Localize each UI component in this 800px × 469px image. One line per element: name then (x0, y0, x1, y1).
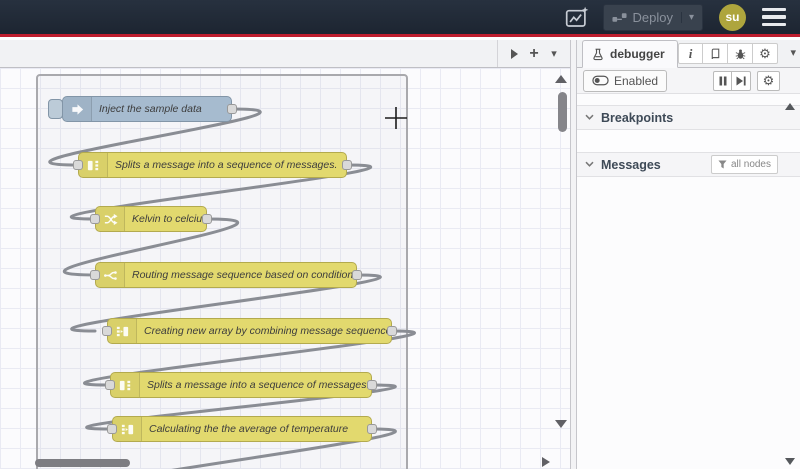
node-input-port[interactable] (73, 160, 83, 170)
flow-node-n7[interactable]: Calculating the the average of temperatu… (107, 416, 377, 442)
tab-debugger-label: debugger (610, 47, 665, 61)
pause-button[interactable] (713, 70, 732, 91)
sidebar-scroll-down-icon[interactable] (785, 458, 795, 465)
flow-node-n6[interactable]: Splits a message into a sequence of mess… (105, 372, 377, 398)
app-header: Deploy ▾ su (0, 0, 800, 37)
node-output-port[interactable] (342, 160, 352, 170)
config-tab-button[interactable]: ⚙ (753, 43, 778, 64)
deploy-label: Deploy (632, 9, 673, 25)
funnel-icon (718, 160, 727, 169)
node-label: Creating new array by combining message … (144, 325, 391, 337)
enabled-label: Enabled (614, 73, 659, 88)
workspace-tabbar: + ▾ (0, 40, 570, 68)
debugger-panel: Breakpoints Messages all nodes (577, 94, 800, 469)
join-icon (113, 417, 142, 441)
inject-trigger-button[interactable] (48, 99, 63, 119)
join-icon (108, 319, 137, 343)
flow-node-n5[interactable]: Creating new array by combining message … (102, 318, 397, 344)
node-input-port[interactable] (102, 326, 112, 336)
inject-arrow-icon (63, 97, 92, 121)
tab-scroll-right-icon[interactable] (504, 44, 524, 64)
node-label: Splits a message into a sequence of mess… (115, 159, 338, 171)
canvas-scroll-right-icon[interactable] (542, 457, 550, 467)
node-output-port[interactable] (202, 214, 212, 224)
flask-icon (593, 48, 603, 60)
sidebar: debugger i ⚙ ▾ Enabled ⚙ Breakpoints Mes… (577, 40, 800, 469)
node-output-port[interactable] (367, 380, 377, 390)
split-icon (111, 373, 140, 397)
chevron-down-icon (585, 114, 594, 120)
filter-label: all nodes (730, 159, 771, 170)
split-icon (79, 153, 108, 177)
switch-icon (96, 263, 125, 287)
deploy-caret-icon[interactable]: ▾ (680, 11, 694, 23)
message-filter-button[interactable]: all nodes (710, 155, 778, 174)
step-button[interactable] (732, 70, 751, 91)
crosshair-cursor (385, 107, 407, 129)
workspace-tab-tools: + ▾ (497, 40, 570, 67)
debugger-settings-button[interactable]: ⚙ (757, 70, 780, 91)
node-label: Routing message sequence based on condit… (132, 269, 354, 281)
sidebar-splitter[interactable] (570, 40, 577, 469)
node-output-port[interactable] (352, 270, 362, 280)
main-area: + ▾ Inject the sample data Splits a messa… (0, 40, 800, 469)
debugger-toolbar: Enabled ⚙ (577, 68, 800, 94)
canvas-vscrollbar[interactable] (558, 92, 567, 132)
tab-debugger[interactable]: debugger (582, 40, 678, 68)
node-label: Calculating the the average of temperatu… (149, 423, 349, 435)
info-icon: i (688, 45, 693, 61)
flow-node-n2[interactable]: Splits a message into a sequence of mess… (73, 152, 352, 178)
help-tab-button[interactable] (703, 43, 728, 64)
step-icon (736, 76, 746, 85)
node-label: Kelvin to celcius (132, 213, 206, 225)
flow-node-n1[interactable]: Inject the sample data (62, 96, 237, 122)
node-input-port[interactable] (107, 424, 117, 434)
book-icon (711, 48, 719, 59)
flow-node-n3[interactable]: Kelvin to celcius (90, 206, 212, 232)
canvas-scroll-up-icon[interactable] (555, 75, 567, 83)
change-icon (96, 207, 125, 231)
bug-icon (735, 48, 745, 59)
node-red-app: Deploy ▾ su + ▾ Inject the sample data Sp… (0, 0, 800, 469)
main-menu-icon[interactable] (762, 8, 786, 26)
sidebar-tab-caret-icon[interactable]: ▾ (790, 46, 796, 59)
breakpoints-list (577, 130, 800, 152)
flow-chart-sparkle-icon[interactable] (563, 4, 593, 30)
pause-icon (719, 76, 726, 85)
messages-title: Messages (601, 157, 661, 172)
node-label: Inject the sample data (99, 103, 202, 115)
messages-section-header[interactable]: Messages all nodes (577, 152, 800, 177)
gear-icon: ⚙ (762, 73, 775, 88)
sidebar-tabbar: debugger i ⚙ ▾ (577, 40, 800, 68)
flow-node-n4[interactable]: Routing message sequence based on condit… (90, 262, 362, 288)
info-tab-button[interactable]: i (678, 43, 703, 64)
node-input-port[interactable] (105, 380, 115, 390)
node-output-port[interactable] (387, 326, 397, 336)
chevron-down-icon (585, 161, 594, 167)
flow-list-caret-icon[interactable]: ▾ (544, 44, 564, 64)
node-output-port[interactable] (367, 424, 377, 434)
sidebar-tab-tools: i ⚙ (678, 43, 778, 64)
toggle-icon (592, 75, 609, 86)
breakpoints-title: Breakpoints (601, 110, 674, 125)
debug-step-controls (713, 70, 751, 91)
node-input-port[interactable] (90, 214, 100, 224)
user-avatar[interactable]: su (719, 3, 746, 31)
gear-icon: ⚙ (759, 46, 771, 61)
deploy-button[interactable]: Deploy ▾ (602, 3, 703, 31)
debugger-enabled-toggle[interactable]: Enabled (583, 69, 668, 92)
node-label: Splits a message into a sequence of mess… (147, 379, 370, 391)
workspace: + ▾ Inject the sample data Splits a messa… (0, 40, 570, 469)
canvas-scroll-down-icon[interactable] (555, 420, 567, 428)
sidebar-scroll-up-icon[interactable] (785, 103, 795, 110)
breakpoints-section-header[interactable]: Breakpoints (577, 105, 800, 130)
debug-tab-button[interactable] (728, 43, 753, 64)
node-output-port[interactable] (227, 104, 237, 114)
deploy-nodes-icon (611, 12, 627, 22)
node-input-port[interactable] (90, 270, 100, 280)
canvas-hscrollbar[interactable] (35, 459, 130, 467)
flow-canvas[interactable]: Inject the sample data Splits a message i… (0, 68, 570, 469)
add-flow-button[interactable]: + (524, 44, 544, 64)
